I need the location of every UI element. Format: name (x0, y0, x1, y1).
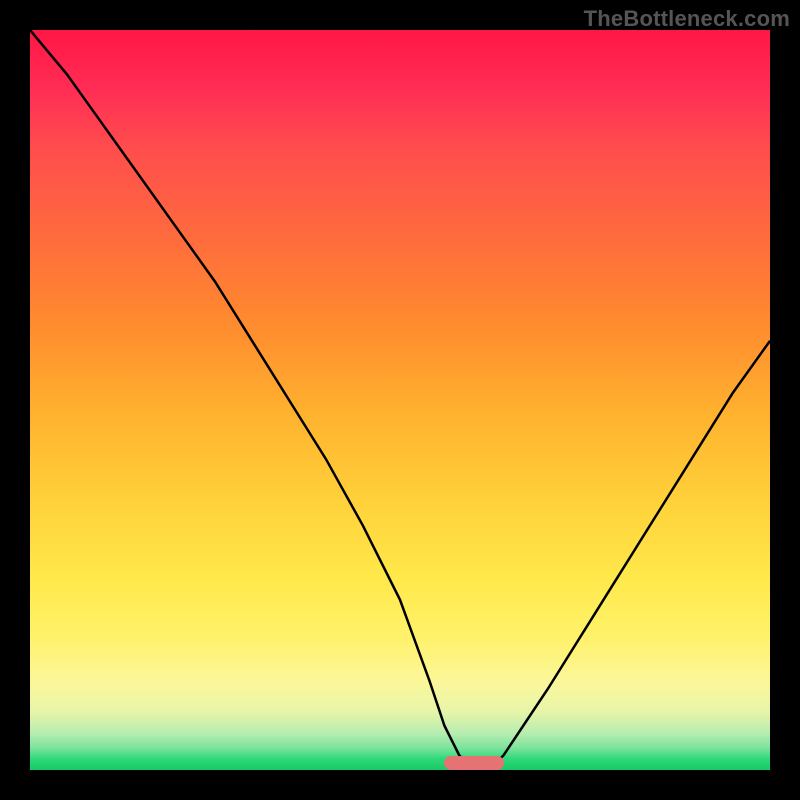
watermark-text: TheBottleneck.com (584, 6, 790, 32)
bottleneck-curve (30, 30, 770, 770)
series-layer (30, 30, 770, 770)
chart-frame: TheBottleneck.com (0, 0, 800, 800)
optimal-range-marker (444, 756, 503, 770)
plot-area (30, 30, 770, 770)
